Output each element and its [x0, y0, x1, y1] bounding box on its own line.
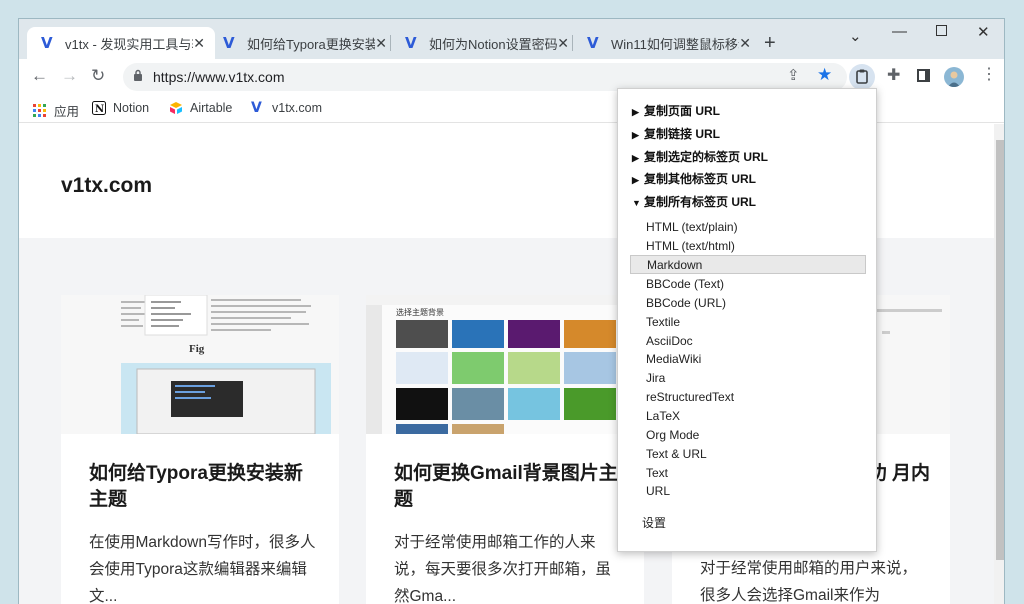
tab-strip: V v1tx - 发现实用工具与软件 ✕ V 如何给Typora更换安装新主题 … [19, 19, 1004, 59]
article-thumbnail[interactable]: Fig [61, 295, 339, 434]
expand-arrow-icon: ▶ [632, 107, 639, 117]
format-option[interactable]: HTML (text/plain) [630, 218, 866, 237]
bookmark-label: 应用 [54, 105, 80, 119]
format-option[interactable]: Org Mode [630, 426, 866, 445]
tab-v1tx[interactable]: V v1tx - 发现实用工具与软件 ✕ [27, 27, 215, 59]
address-bar[interactable]: https://www.v1tx.com ⇪ ★ [123, 63, 847, 91]
share-icon[interactable]: ⇪ [787, 68, 800, 84]
format-option[interactable]: BBCode (Text) [630, 275, 866, 294]
lock-icon[interactable] [133, 69, 143, 81]
back-arrow-icon[interactable]: ← [31, 67, 48, 85]
article-title[interactable]: 如何给Typora更换安装新主题 [89, 461, 319, 513]
page-scrollbar[interactable] [994, 124, 1004, 604]
format-option[interactable]: AsciiDoc [630, 332, 866, 351]
copy-url-popup: ▶ 复制页面 URL ▶ 复制链接 URL ▶ 复制选定的标签页 URL ▶ 复制其他标… [617, 88, 877, 552]
close-tab-icon[interactable]: ✕ [739, 35, 751, 52]
article-card[interactable]: Fig 如何给Typora更换安装新主题 在使用Markdown写作时，很多人会… [61, 295, 339, 604]
v1tx-favicon-icon: V [405, 34, 417, 52]
expand-arrow-icon: ▶ [632, 130, 639, 140]
close-tab-icon[interactable]: ✕ [193, 35, 205, 52]
bookmark-apps[interactable]: 应用 [33, 101, 79, 120]
format-option[interactable]: Jira [630, 369, 866, 388]
tab-title: 如何给Typora更换安装新主题 [247, 36, 375, 52]
bookmark-notion[interactable]: N Notion [92, 101, 149, 115]
svg-text:N: N [95, 104, 104, 115]
apps-grid-icon [33, 103, 46, 117]
tab-search-chevron-icon[interactable]: ⌄ [849, 27, 862, 45]
section-copy-all-tabs-url[interactable]: ▼ 复制所有标签页 URL [632, 193, 756, 210]
expand-arrow-icon: ▶ [632, 153, 639, 163]
notion-icon: N [92, 101, 106, 115]
article-excerpt: 在使用Markdown写作时，很多人会使用Typora这款编辑器来编辑文... [89, 534, 316, 604]
tab-title: 如何为Notion设置密码保护 [429, 36, 557, 52]
close-tab-icon[interactable]: ✕ [557, 35, 569, 52]
article-thumbnail[interactable]: 选择主题背景 [366, 295, 644, 434]
article-excerpt: 对于经常使用邮箱的用户来说，很多人会选择Gmail来作为 [700, 560, 918, 604]
v1tx-icon: V [251, 100, 262, 116]
format-option[interactable]: Textile [630, 313, 866, 332]
site-title[interactable]: v1tx.com [61, 174, 152, 198]
thumb-choose-theme-label: 选择主题背景 [396, 307, 444, 317]
section-label: 复制页面 URL [644, 104, 720, 118]
url-text[interactable]: https://www.v1tx.com [153, 69, 284, 85]
v1tx-favicon-icon: V [41, 34, 53, 52]
tab-title: v1tx - 发现实用工具与软件 [65, 36, 193, 52]
section-copy-other-tabs-url[interactable]: ▶ 复制其他标签页 URL [632, 170, 756, 187]
bookmark-star-icon[interactable]: ★ [817, 66, 832, 83]
expand-arrow-icon: ▶ [632, 175, 639, 185]
section-copy-selected-tabs-url[interactable]: ▶ 复制选定的标签页 URL [632, 148, 768, 165]
v1tx-favicon-icon: V [223, 34, 235, 52]
copy-url-extension-button[interactable] [849, 64, 875, 90]
thumb-fig-label: Fig [189, 343, 205, 355]
format-option[interactable]: reStructuredText [630, 388, 866, 407]
reload-icon[interactable]: ↻ [91, 67, 105, 85]
format-option[interactable]: Text [630, 464, 866, 483]
section-label: 复制选定的标签页 URL [644, 150, 768, 164]
tab-title: Win11如何调整鼠标移动速度 [611, 36, 739, 52]
tab-win11[interactable]: V Win11如何调整鼠标移动速度 ✕ [573, 27, 761, 59]
airtable-icon [170, 102, 182, 114]
format-option-selected[interactable]: Markdown [630, 255, 866, 274]
format-option[interactable]: Text & URL [630, 445, 866, 464]
maximize-icon[interactable] [936, 25, 947, 36]
section-copy-page-url[interactable]: ▶ 复制页面 URL [632, 102, 720, 119]
extensions-puzzle-icon[interactable]: ✚ [887, 68, 900, 84]
bookmark-airtable[interactable]: Airtable [169, 101, 232, 115]
collapse-arrow-icon: ▼ [632, 198, 641, 208]
bookmark-label: Notion [113, 101, 150, 115]
v1tx-favicon-icon: V [587, 34, 599, 52]
format-option[interactable]: URL [630, 482, 866, 501]
forward-arrow-icon[interactable]: → [61, 67, 78, 85]
settings-link[interactable]: 设置 [642, 514, 666, 531]
section-label: 复制其他标签页 URL [644, 172, 756, 186]
article-title[interactable]: 如何更换Gmail背景图片主题 [394, 461, 624, 513]
format-option[interactable]: BBCode (URL) [630, 294, 866, 313]
section-label: 复制所有标签页 URL [644, 195, 756, 209]
section-copy-link-url[interactable]: ▶ 复制链接 URL [632, 125, 720, 142]
format-option[interactable]: HTML (text/html) [630, 237, 866, 256]
close-window-icon[interactable]: ✕ [977, 23, 990, 41]
tab-notion[interactable]: V 如何为Notion设置密码保护 ✕ [391, 27, 579, 59]
scrollbar-thumb[interactable] [996, 140, 1004, 560]
close-tab-icon[interactable]: ✕ [375, 35, 387, 52]
side-panel-icon[interactable] [917, 69, 930, 82]
section-label: 复制链接 URL [644, 127, 720, 141]
menu-kebab-icon[interactable]: ⋮ [981, 67, 997, 83]
bookmark-v1tx[interactable]: V v1tx.com [251, 101, 322, 115]
bookmark-label: Airtable [190, 101, 233, 115]
article-excerpt: 对于经常使用邮箱工作的人来说，每天要很多次打开邮箱，虽然Gma... [394, 534, 612, 604]
minimize-icon[interactable]: — [892, 23, 907, 40]
article-card[interactable]: 选择主题背景 如何更换Gmail背景图片主题 对于经常使用邮箱工作的人来说，每天… [366, 295, 644, 604]
tab-typora[interactable]: V 如何给Typora更换安装新主题 ✕ [209, 27, 397, 59]
format-option[interactable]: LaTeX [630, 407, 866, 426]
profile-avatar[interactable] [944, 67, 964, 87]
format-option[interactable]: MediaWiki [630, 350, 866, 369]
bookmark-label: v1tx.com [272, 101, 323, 115]
new-tab-icon[interactable]: + [764, 33, 776, 53]
clipboard-icon [856, 69, 868, 84]
